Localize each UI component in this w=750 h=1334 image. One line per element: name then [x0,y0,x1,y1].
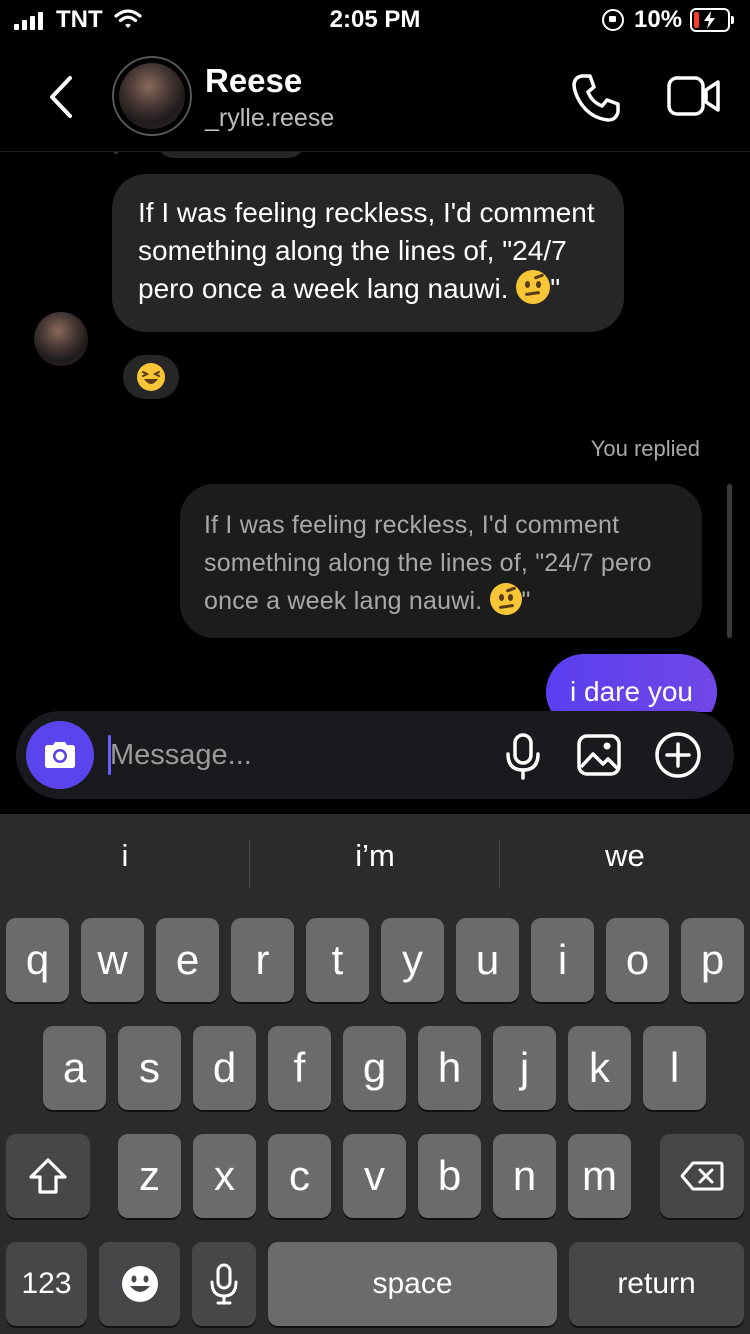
key-k[interactable]: k [568,1026,631,1110]
previous-message-bubble[interactable] [156,152,306,158]
key-s[interactable]: s [118,1026,181,1110]
message-reaction[interactable] [120,352,182,402]
message-composer [16,711,734,799]
key-d[interactable]: d [193,1026,256,1110]
quoted-message-text: If I was feeling reckless, I'd comment s… [204,511,652,615]
key-y[interactable]: y [381,918,444,1002]
video-call-icon[interactable] [666,74,722,118]
key-o[interactable]: o [606,918,669,1002]
incoming-message-bubble[interactable]: If I was feeling reckless, I'd comment s… [112,174,624,332]
microphone-icon[interactable] [504,732,542,780]
back-chevron-icon[interactable] [46,74,76,120]
outgoing-message-bubble[interactable]: i dare you [546,654,717,712]
key-j[interactable]: j [493,1026,556,1110]
space-key[interactable]: space [268,1242,557,1326]
outgoing-message-text: i dare you [570,676,693,707]
incoming-message-tail: " [550,273,561,304]
key-m[interactable]: m [568,1134,631,1218]
quoted-message-tail: " [521,587,531,615]
key-h[interactable]: h [418,1026,481,1110]
backspace-icon [680,1161,724,1191]
key-q[interactable]: q [6,918,69,1002]
suggestion-3[interactable]: we [500,838,750,874]
key-c[interactable]: c [268,1134,331,1218]
key-n[interactable]: n [493,1134,556,1218]
key-p[interactable]: p [681,918,744,1002]
shift-key[interactable] [6,1134,90,1218]
chat-header: Reese _rylle.reese [0,44,750,152]
key-x[interactable]: x [193,1134,256,1218]
key-u[interactable]: u [456,918,519,1002]
gallery-icon[interactable] [576,733,622,777]
reply-indicator-bar [727,484,732,638]
key-i[interactable]: i [531,918,594,1002]
key-w[interactable]: w [81,918,144,1002]
quoted-message[interactable]: If I was feeling reckless, I'd comment s… [180,484,702,638]
key-a[interactable]: a [43,1026,106,1110]
status-bar: TNT 2:05 PM 10% [0,0,750,44]
return-key[interactable]: return [569,1242,744,1326]
suggestion-1[interactable]: i [0,838,250,874]
emoji-smiley-icon [121,1266,158,1302]
you-replied-label: You replied [590,436,700,461]
phone-call-icon[interactable] [570,72,622,124]
contact-name[interactable]: Reese [205,62,302,100]
sender-avatar[interactable] [34,312,88,366]
battery-percent: 10% [634,6,683,33]
key-r[interactable]: r [231,918,294,1002]
suggestion-bar: i i’m we [0,814,750,914]
contact-username[interactable]: _rylle.reese [205,104,334,133]
raised-eyebrow-emoji-icon [489,583,522,615]
keyboard: i i’m we q w e r t y u i o p a s d f g h… [0,814,750,1334]
key-l[interactable]: l [643,1026,706,1110]
key-g[interactable]: g [343,1026,406,1110]
contact-avatar[interactable] [112,56,192,136]
numbers-key[interactable]: 123 [6,1242,87,1326]
key-t[interactable]: t [306,918,369,1002]
previous-message-tick [114,152,118,154]
key-b[interactable]: b [418,1134,481,1218]
battery-charging-icon [690,8,734,32]
suggestion-2[interactable]: i’m [250,838,500,874]
key-e[interactable]: e [156,918,219,1002]
laughing-emoji-icon [137,363,165,391]
plus-circle-icon[interactable] [654,731,702,779]
key-f[interactable]: f [268,1026,331,1110]
camera-icon [45,742,75,768]
key-z[interactable]: z [118,1134,181,1218]
emoji-key[interactable] [99,1242,180,1326]
message-input[interactable] [110,731,490,779]
orientation-lock-icon [602,9,624,31]
key-v[interactable]: v [343,1134,406,1218]
delete-key[interactable] [660,1134,744,1218]
dictation-key[interactable] [192,1242,256,1326]
shift-arrow-icon [29,1158,67,1194]
raised-eyebrow-emoji-icon [516,270,551,304]
message-list[interactable]: If I was feeling reckless, I'd comment s… [0,152,750,712]
microphone-icon [210,1263,238,1305]
camera-button[interactable] [26,721,94,789]
